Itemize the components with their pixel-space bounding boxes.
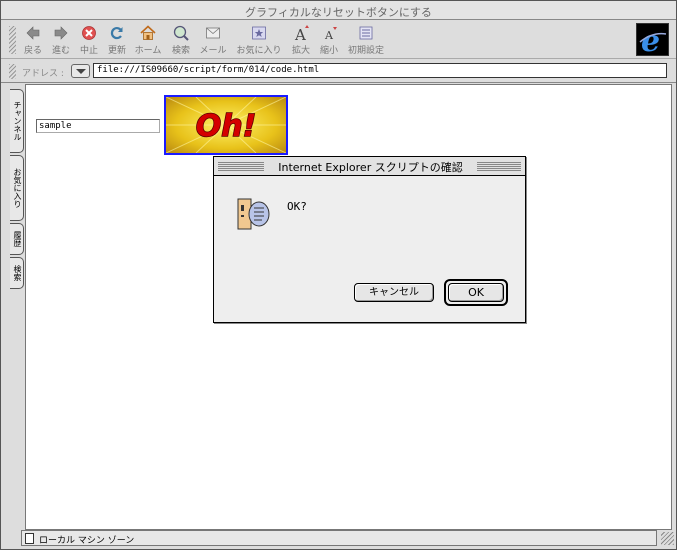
- toolbar-grip[interactable]: [9, 26, 16, 54]
- refresh-label: 更新: [107, 46, 126, 56]
- explorer-bar-tabs: チャンネル お気に入り 履歴 検索: [7, 85, 25, 525]
- title-bar[interactable]: グラフィカルなリセットボタンにする: [1, 1, 676, 20]
- window-title: グラフィカルなリセットボタンにする: [245, 6, 432, 19]
- forward-label: 進む: [51, 46, 70, 56]
- text-smaller-icon: A: [320, 24, 338, 42]
- stop-button[interactable]: 中止: [77, 24, 101, 58]
- home-label: ホーム: [134, 46, 162, 56]
- text-smaller-label: 縮小: [319, 46, 338, 56]
- search-button[interactable]: 検索: [169, 24, 193, 58]
- favorites-button[interactable]: お気に入り: [235, 24, 283, 58]
- script-confirm-dialog: Internet Explorer スクリプトの確認 OK? キャンセル OK: [213, 156, 526, 323]
- status-zone-text: ローカル マシン ゾーン: [39, 536, 135, 546]
- status-bar: ローカル マシン ゾーン: [1, 530, 676, 549]
- stop-icon: [80, 24, 98, 42]
- refresh-icon: [108, 24, 126, 42]
- mail-label: メール: [199, 46, 227, 56]
- preferences-icon: [357, 24, 375, 42]
- window-resize-grip[interactable]: [661, 532, 674, 545]
- home-icon: [139, 24, 157, 42]
- forward-button[interactable]: 進む: [49, 24, 73, 58]
- dialog-title-bar[interactable]: Internet Explorer スクリプトの確認: [214, 157, 525, 176]
- address-label: アドレス :: [22, 69, 64, 79]
- toolbar: 戻る 進む 中止 更新 ホーム 検索 メール お気に入り A 拡大 A 縮小 初…: [1, 21, 676, 59]
- text-larger-label: 拡大: [291, 46, 310, 56]
- cancel-button[interactable]: キャンセル: [354, 283, 434, 302]
- preferences-label: 初期設定: [347, 46, 384, 56]
- home-button[interactable]: ホーム: [133, 24, 163, 58]
- search-label: 検索: [171, 46, 190, 56]
- back-label: 戻る: [23, 46, 42, 56]
- address-bar-grip[interactable]: [9, 64, 16, 79]
- tab-favorites[interactable]: お気に入り: [10, 155, 24, 221]
- address-history-dropdown[interactable]: [71, 64, 90, 78]
- text-larger-button[interactable]: A 拡大: [289, 24, 313, 58]
- ok-button-label: OK: [448, 283, 504, 302]
- favorites-icon: [250, 24, 268, 42]
- ie-logo-icon[interactable]: e: [636, 23, 669, 59]
- sample-text-input[interactable]: sample: [36, 119, 160, 133]
- address-input[interactable]: file:///IS09660/script/form/014/code.htm…: [93, 63, 667, 78]
- address-bar: アドレス : file:///IS09660/script/form/014/c…: [1, 60, 676, 83]
- search-icon: [172, 24, 190, 42]
- status-zone-panel: ローカル マシン ゾーン: [21, 530, 657, 546]
- svg-text:A: A: [324, 29, 334, 42]
- mail-button[interactable]: メール: [199, 24, 227, 58]
- svg-text:A: A: [294, 26, 306, 42]
- back-arrow-icon: [24, 24, 42, 42]
- mail-icon: [204, 24, 222, 42]
- preferences-button[interactable]: 初期設定: [345, 24, 387, 58]
- refresh-button[interactable]: 更新: [105, 24, 129, 58]
- tab-channels[interactable]: チャンネル: [10, 89, 24, 153]
- tab-search[interactable]: 検索: [10, 257, 24, 289]
- ok-button[interactable]: OK: [444, 279, 508, 306]
- text-larger-icon: A: [292, 24, 310, 44]
- dialog-message: OK?: [287, 200, 307, 213]
- dialog-title: Internet Explorer スクリプトの確認: [264, 159, 477, 175]
- tab-history[interactable]: 履歴: [10, 223, 24, 255]
- script-confirm-icon: [236, 197, 270, 231]
- local-machine-icon: [25, 533, 34, 544]
- graphical-reset-button[interactable]: Oh!: [164, 95, 288, 155]
- stop-label: 中止: [79, 46, 98, 56]
- back-button[interactable]: 戻る: [21, 24, 45, 58]
- favorites-label: お気に入り: [236, 46, 282, 56]
- forward-arrow-icon: [52, 24, 70, 42]
- text-smaller-button[interactable]: A 縮小: [317, 24, 341, 58]
- oh-button-text: Oh!: [196, 109, 257, 144]
- browser-window: グラフィカルなリセットボタンにする 戻る 進む 中止 更新 ホーム 検索 メール…: [0, 0, 677, 550]
